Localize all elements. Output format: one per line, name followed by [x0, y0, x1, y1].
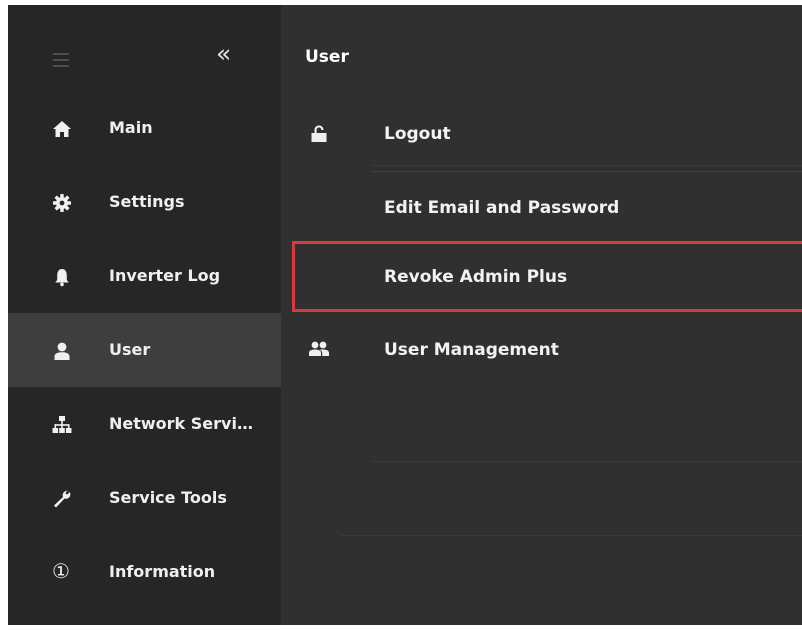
user-management-menu-item[interactable]: User Management [281, 313, 802, 387]
panel-title: User [305, 47, 349, 67]
sidebar-item-label: Information [109, 562, 216, 581]
sidebar-item-label: Network Servi… [109, 414, 253, 433]
sidebar-item-settings[interactable]: Settings [8, 165, 281, 239]
home-icon [53, 121, 71, 137]
sidebar-item-label: Main [109, 118, 153, 137]
sidebar-item-inverter-log[interactable]: Inverter Log [8, 239, 281, 313]
hamburger-menu-icon[interactable] [53, 53, 69, 67]
sidebar-item-main[interactable]: Main [8, 91, 281, 165]
collapse-sidebar-button[interactable]: « [216, 39, 231, 69]
sidebar-item-information[interactable]: ① Information [8, 535, 281, 609]
menu-item-label: Edit Email and Password [384, 198, 620, 218]
sidebar-header: « [8, 5, 281, 91]
highlight-annotation [292, 241, 802, 312]
divider [341, 535, 802, 536]
network-icon [52, 416, 72, 433]
divider [372, 461, 802, 462]
gear-icon [53, 194, 71, 212]
app-frame: « Main Settings Inverter Log User Networ… [8, 5, 802, 625]
user-submenu-panel: User Logout Edit Email and Password Revo… [281, 5, 802, 625]
menu-item-label: Logout [384, 124, 451, 144]
user-icon [54, 342, 70, 360]
sidebar-item-label: Inverter Log [109, 266, 221, 285]
lock-icon [311, 125, 327, 142]
sidebar-item-label: Settings [109, 192, 185, 211]
edit-email-password-menu-item[interactable]: Edit Email and Password [281, 171, 802, 245]
sidebar-item-label: User [109, 340, 151, 359]
logout-menu-item[interactable]: Logout [281, 97, 802, 171]
menu-item-label: User Management [384, 340, 559, 360]
sidebar-item-user[interactable]: User [8, 313, 281, 387]
info-circle-icon: ① [52, 559, 70, 583]
sidebar: « Main Settings Inverter Log User Networ… [8, 5, 281, 625]
sidebar-item-network-services[interactable]: Network Servi… [8, 387, 281, 461]
users-icon [309, 341, 329, 356]
sidebar-item-label: Service Tools [109, 488, 227, 507]
sidebar-item-service-tools[interactable]: Service Tools [8, 461, 281, 535]
bell-icon [55, 269, 69, 287]
wrench-icon [54, 490, 71, 508]
